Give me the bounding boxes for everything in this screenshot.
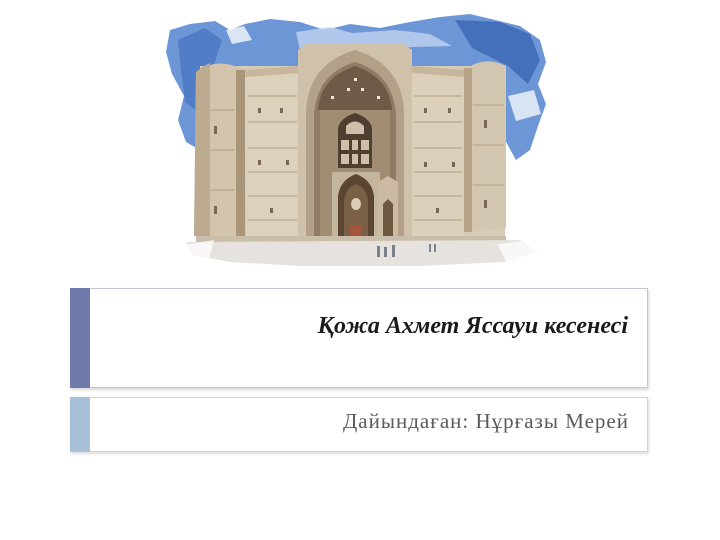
title-accent-bar <box>70 288 90 388</box>
paint-fade-left <box>174 240 214 270</box>
subtitle-accent-bar <box>70 397 90 452</box>
title-box: Қожа Ахмет Яссауи кесенесі <box>70 288 648 388</box>
paint-fade-right <box>498 240 546 270</box>
mausoleum-building <box>194 44 506 242</box>
subtitle-box: Дайындаған: Нұрғазы Мерей <box>70 397 648 452</box>
slide: Қожа Ахмет Яссауи кесенесі Дайындаған: Н… <box>0 0 720 540</box>
left-tower-edge <box>236 70 245 236</box>
slide-title: Қожа Ахмет Яссауи кесенесі <box>317 313 628 339</box>
slide-subtitle: Дайындаған: Нұрғазы Мерей <box>342 409 629 433</box>
ground <box>174 240 546 270</box>
right-tower-shadow <box>464 68 472 232</box>
portal-doorway <box>332 172 398 242</box>
right-wing <box>411 66 465 240</box>
doorway-medallion <box>351 198 361 210</box>
left-wing <box>245 66 299 240</box>
mausoleum-image <box>166 14 546 270</box>
portal-window <box>338 113 372 168</box>
plaza <box>186 240 538 266</box>
side-niche-opening <box>383 199 393 242</box>
